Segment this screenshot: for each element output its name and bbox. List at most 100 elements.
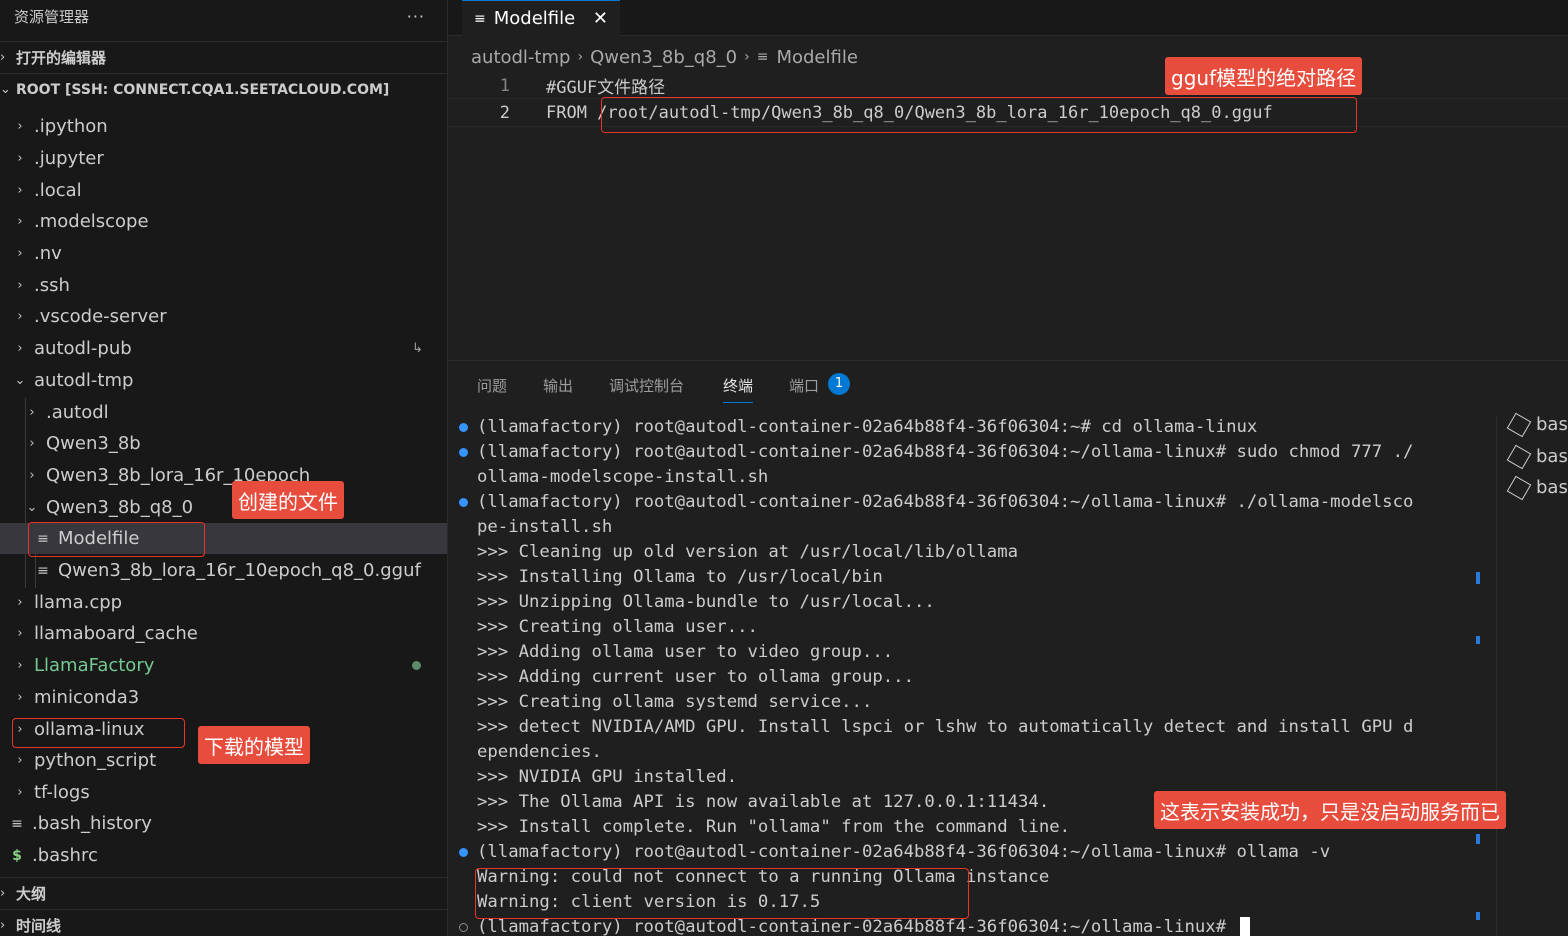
breadcrumb-item[interactable]: autodl-tmp bbox=[471, 47, 570, 68]
chevron-right-icon: › bbox=[29, 436, 35, 451]
editor-line[interactable]: 1 #GGUF文件路径 bbox=[448, 72, 1568, 99]
terminal-prompt: (llamafactory) root@autodl-container-02a… bbox=[477, 917, 1237, 936]
close-icon[interactable]: ✕ bbox=[593, 8, 608, 29]
chevron-right-icon: › bbox=[17, 626, 23, 641]
tree-item-local[interactable]: › .local bbox=[0, 175, 447, 206]
terminal-instance-icon bbox=[1506, 444, 1532, 469]
chevron-right-icon: › bbox=[17, 119, 23, 134]
line-number: 2 bbox=[499, 102, 510, 123]
tree-item-autodl-tmp[interactable]: ⌄ autodl-tmp bbox=[0, 365, 447, 396]
tab-output[interactable]: 输出 bbox=[543, 375, 573, 396]
root-folder-label: ROOT [SSH: CONNECT.CQA1.SEETACLOUD.COM] bbox=[16, 81, 390, 98]
chevron-right-icon: › bbox=[17, 183, 23, 198]
terminal-prompt-line: (llamafactory) root@autodl-container-02a… bbox=[477, 917, 1250, 936]
tab-modelfile[interactable]: ≡ Modelfile ✕ bbox=[462, 0, 620, 36]
editor-tab-bar: ≡ Modelfile ✕ bbox=[448, 0, 1568, 36]
terminal-instance-label: bas bbox=[1536, 414, 1568, 435]
tree-item-label: autodl-pub bbox=[34, 338, 132, 359]
breadcrumb-item[interactable]: Modelfile bbox=[776, 47, 857, 68]
open-editors-section[interactable]: › 打开的编辑器 bbox=[0, 41, 447, 73]
chevron-right-icon: › bbox=[17, 151, 23, 166]
tree-item-label: .ipython bbox=[34, 116, 108, 137]
terminal-line: ollama-modelscope-install.sh bbox=[477, 467, 769, 487]
explorer-header: 资源管理器 ··· bbox=[0, 0, 447, 32]
tab-debug-console[interactable]: 调试控制台 bbox=[609, 375, 684, 396]
chevron-right-icon: › bbox=[17, 595, 23, 610]
tree-item-label: .bashrc bbox=[32, 845, 98, 866]
command-success-dot bbox=[459, 448, 468, 457]
dollar-icon: $ bbox=[12, 847, 22, 864]
chevron-right-icon: › bbox=[17, 658, 23, 673]
panel-divider bbox=[1496, 416, 1497, 936]
tree-item-label: .vscode-server bbox=[34, 306, 167, 327]
terminal-line: (llamafactory) root@autodl-container-02a… bbox=[477, 492, 1414, 512]
tree-item-ipython[interactable]: › .ipython bbox=[0, 111, 447, 142]
terminal-instance-bash[interactable]: bas bbox=[1506, 412, 1568, 437]
tree-item-llama-cpp[interactable]: › llama.cpp bbox=[0, 587, 447, 618]
outline-section[interactable]: › 大纲 bbox=[0, 877, 447, 909]
terminal-scrollbar[interactable] bbox=[1476, 416, 1480, 936]
tree-item-qwen3-8b[interactable]: › Qwen3_8b bbox=[0, 428, 447, 459]
tree-item-qwen3-8b-lora[interactable]: › Qwen3_8b_lora_16r_10epoch bbox=[0, 460, 447, 491]
more-actions-icon[interactable]: ··· bbox=[407, 7, 425, 26]
file-lines-icon: ≡ bbox=[37, 562, 49, 579]
terminal-line: pe-install.sh bbox=[477, 517, 613, 537]
terminal-instance-bash[interactable]: bas bbox=[1506, 444, 1568, 469]
tab-terminal[interactable]: 终端 bbox=[723, 375, 754, 403]
file-lines-icon: ≡ bbox=[756, 49, 769, 65]
tree-item-qwen3-8b-q8-0[interactable]: ⌄ Qwen3_8b_q8_0 bbox=[0, 492, 447, 523]
tree-item-modelscope[interactable]: › .modelscope bbox=[0, 206, 447, 237]
chevron-right-icon: › bbox=[0, 886, 6, 901]
highlight-box-warning bbox=[475, 868, 969, 919]
tree-item-nv[interactable]: › .nv bbox=[0, 238, 447, 269]
tab-problems[interactable]: 问题 bbox=[477, 375, 507, 396]
chevron-right-icon: › bbox=[0, 50, 6, 65]
timeline-label: 时间线 bbox=[16, 917, 62, 935]
tree-item-dot-autodl[interactable]: › .autodl bbox=[0, 397, 447, 428]
chevron-right-icon: › bbox=[17, 309, 23, 324]
terminal-instance-bash[interactable]: bas bbox=[1506, 475, 1568, 500]
terminal-instance-label: bas bbox=[1536, 446, 1568, 467]
timeline-section[interactable]: › 时间线 bbox=[0, 909, 447, 936]
terminal-instance-label: bas bbox=[1536, 477, 1568, 498]
tree-item-ssh[interactable]: › .ssh bbox=[0, 270, 447, 301]
scroll-marker bbox=[1476, 636, 1480, 644]
tree-item-bash-history[interactable]: ≡ .bash_history bbox=[0, 808, 447, 839]
tree-item-llamafactory[interactable]: › LlamaFactory bbox=[0, 650, 447, 681]
terminal-line: >>> Installing Ollama to /usr/local/bin bbox=[477, 567, 883, 587]
terminal-line: (llamafactory) root@autodl-container-02a… bbox=[477, 417, 1258, 437]
tree-item-gguf-file[interactable]: ≡ Qwen3_8b_lora_16r_10epoch_q8_0.gguf bbox=[0, 555, 447, 586]
terminal-instance-icon bbox=[1506, 475, 1532, 500]
highlight-box-gguf-path bbox=[601, 97, 1357, 133]
scroll-marker bbox=[1476, 572, 1480, 584]
tree-item-jupyter[interactable]: › .jupyter bbox=[0, 143, 447, 174]
tree-item-label: .autodl bbox=[46, 402, 109, 423]
tree-item-label: .local bbox=[34, 180, 82, 201]
chevron-right-icon: › bbox=[17, 214, 23, 229]
tree-item-tf-logs[interactable]: › tf-logs bbox=[0, 777, 447, 808]
tree-item-vscode-server[interactable]: › .vscode-server bbox=[0, 301, 447, 332]
tree-item-label: miniconda3 bbox=[34, 687, 140, 708]
terminal-line: >>> Adding current user to ollama group.… bbox=[477, 667, 914, 687]
terminal[interactable]: (llamafactory) root@autodl-container-02a… bbox=[448, 416, 1478, 936]
tree-item-label: .modelscope bbox=[34, 211, 149, 232]
root-folder-section[interactable]: ⌄ ROOT [SSH: CONNECT.CQA1.SEETACLOUD.COM… bbox=[0, 73, 447, 105]
tree-item-autodl-pub[interactable]: › autodl-pub ↳ bbox=[0, 333, 447, 364]
chevron-down-icon: ⌄ bbox=[0, 82, 11, 97]
terminal-line: ependencies. bbox=[477, 742, 602, 762]
tree-item-llamaboard-cache[interactable]: › llamaboard_cache bbox=[0, 618, 447, 649]
tree-item-bashrc[interactable]: $ .bashrc bbox=[0, 840, 447, 871]
tree-item-label: Qwen3_8b_q8_0 bbox=[46, 497, 194, 518]
git-status-dot bbox=[412, 661, 421, 670]
chevron-right-icon: › bbox=[0, 918, 6, 933]
tab-ports[interactable]: 端口 bbox=[789, 375, 819, 396]
tree-item-label: Qwen3_8b bbox=[46, 433, 141, 454]
tree-item-miniconda3[interactable]: › miniconda3 bbox=[0, 682, 447, 713]
highlight-box-ollama-linux bbox=[12, 718, 185, 748]
terminal-line: >>> Install complete. Run "ollama" from … bbox=[477, 817, 1071, 837]
breadcrumb-item[interactable]: Qwen3_8b_q8_0 bbox=[590, 47, 737, 68]
tree-item-label: .bash_history bbox=[32, 813, 152, 834]
terminal-line: >>> detect NVIDIA/AMD GPU. Install lspci… bbox=[477, 717, 1414, 737]
chevron-down-icon: ⌄ bbox=[26, 500, 38, 515]
scroll-marker bbox=[1476, 912, 1480, 920]
